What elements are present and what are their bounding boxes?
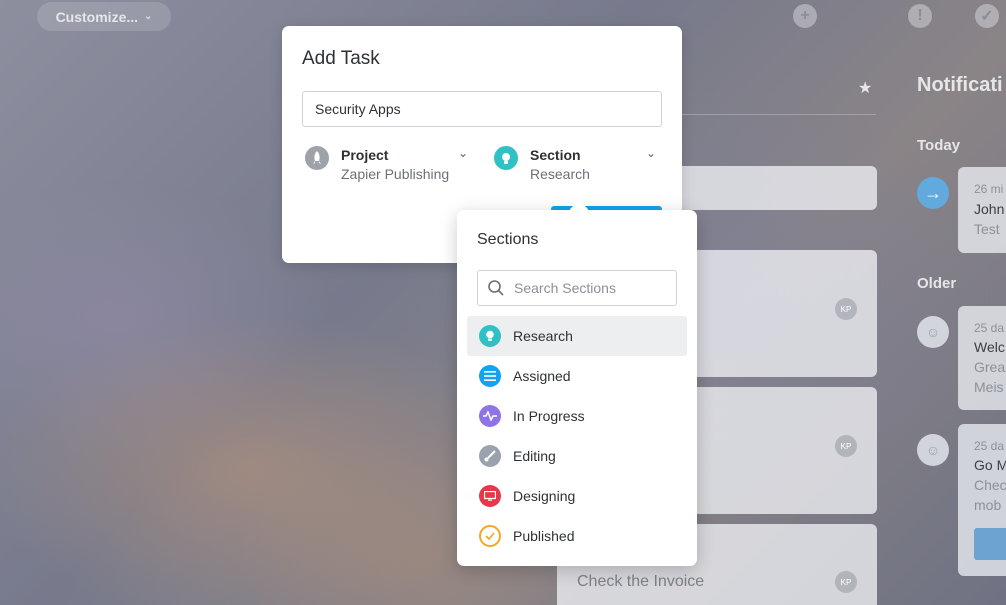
notification-text: Grea [974,359,1006,375]
star-icon[interactable]: ★ [858,78,872,98]
section-item-designing[interactable]: Designing [467,476,687,516]
avatar: KP [835,298,857,320]
section-item-assigned[interactable]: Assigned [467,356,687,396]
group-today: Today [917,137,961,154]
list-icon [479,365,501,387]
exclamation-icon[interactable]: ! [908,4,932,28]
section-item-label: Published [513,528,575,544]
dropdown-title: Sections [477,231,539,248]
plus-icon[interactable]: + [793,4,817,28]
monitor-icon [479,485,501,507]
notifications-title: Notificati [917,74,1003,96]
brush-icon [479,445,501,467]
search-box[interactable] [477,270,677,306]
notification-action-button[interactable] [974,528,1006,560]
project-picker[interactable]: Project Zapier Publishing ⌄ [305,146,475,184]
notification-name: Go M [974,457,1006,473]
section-value: Research [530,166,590,182]
notification-time: 25 da [974,439,1005,453]
search-input[interactable] [514,280,674,296]
check-icon[interactable]: ✓ [975,4,999,28]
notification-card[interactable]: 26 mi John Test [958,167,1006,253]
modal-title: Add Task [302,48,380,69]
notification-time: 25 da [974,321,1005,335]
section-item-label: Editing [513,448,556,464]
rocket-icon [305,146,329,170]
avatar: KP [835,571,857,593]
task-name-input[interactable] [302,91,662,127]
section-item-label: Research [513,328,573,344]
section-item-published[interactable]: Published [467,516,687,556]
pulse-icon [479,405,501,427]
chevron-down-icon: ⌄ [646,146,657,160]
check-circle-icon [479,525,501,547]
customize-label: Customize... [55,8,139,25]
project-label: Project [341,147,389,163]
section-label: Section [530,147,581,163]
lightbulb-icon [494,146,518,170]
chevron-down-icon: ⌄ [458,146,469,160]
avatar: KP [835,435,857,457]
arrow-right-icon: → [917,177,949,209]
section-item-research[interactable]: Research [467,316,687,356]
notification-card[interactable]: 25 da Welc Grea Meis [958,306,1006,410]
notification-time: 26 mi [974,182,1004,196]
notification-text: Chec [974,477,1006,493]
lightbulb-icon [479,325,501,347]
section-item-editing[interactable]: Editing [467,436,687,476]
card-title: Check the Invoice [577,573,705,590]
robot-avatar-icon: ☺ [917,316,949,348]
sections-dropdown: Sections Research Assigned In Progress [457,200,697,566]
section-list: Research Assigned In Progress Editing De… [467,316,687,556]
customize-button[interactable]: Customize... ⌄ [37,2,171,31]
notification-text: Test [974,221,1000,237]
section-picker[interactable]: Section Research ⌄ [494,146,662,184]
section-item-label: Designing [513,488,576,504]
notification-text: Meis [974,379,1004,395]
search-icon [488,280,504,296]
section-item-in-progress[interactable]: In Progress [467,396,687,436]
section-item-label: Assigned [513,368,571,384]
project-value: Zapier Publishing [341,166,450,182]
chevron-down-icon: ⌄ [144,11,153,22]
notification-name: John [974,201,1005,217]
notification-text: mob [974,497,1002,513]
robot-avatar-icon: ☺ [917,434,949,466]
group-older: Older [917,275,957,292]
section-item-label: In Progress [513,408,585,424]
notification-name: Welc [974,339,1005,355]
